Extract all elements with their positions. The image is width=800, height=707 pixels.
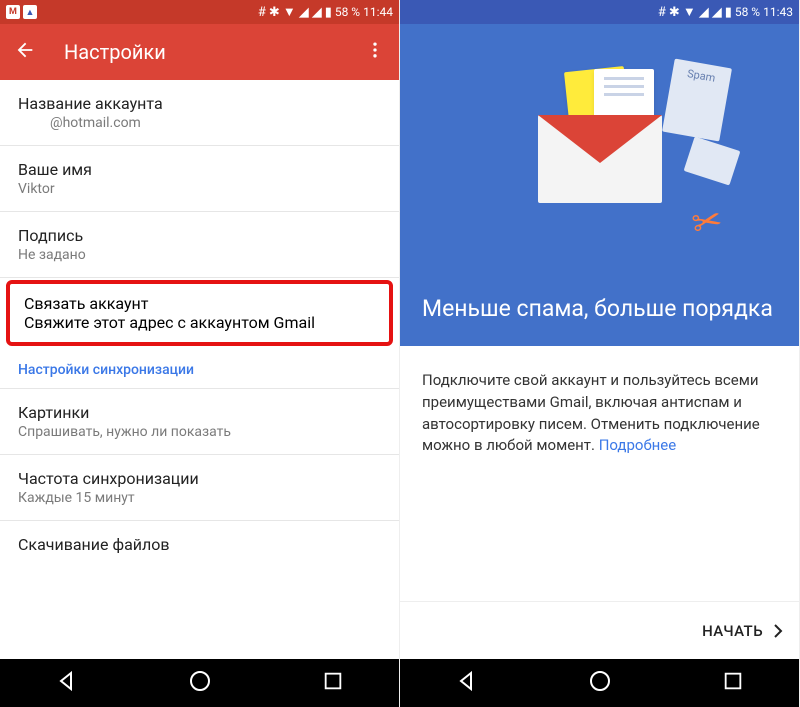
hero: Spam ✂ Меньше спама, больше порядка — [400, 24, 799, 346]
back-button[interactable] — [14, 39, 36, 65]
clock-text: 11:43 — [763, 5, 793, 19]
start-label: НАЧАТЬ — [702, 622, 763, 640]
gmail-notif-icon: M — [6, 5, 20, 19]
clock-text: 11:44 — [363, 5, 393, 19]
battery-icon: ▮ — [325, 5, 332, 20]
link-account-item[interactable]: Связать аккаунт Свяжите этот адрес с акк… — [6, 280, 393, 346]
signature-item[interactable]: Подпись Не задано — [0, 212, 399, 278]
signal1-icon: ◢ — [699, 5, 709, 20]
your-name-item[interactable]: Ваше имя Viktor — [0, 146, 399, 212]
wifi-icon: ▼ — [283, 4, 296, 20]
download-label: Скачивание файлов — [18, 535, 381, 554]
account-name-label: Название аккаунта — [18, 94, 381, 113]
signature-label: Подпись — [18, 226, 381, 245]
promo-footer: НАЧАТЬ — [400, 601, 799, 659]
status-bar: # ✱ ▼ ◢ ◢ ▮ 58 % 11:43 — [400, 0, 799, 24]
learn-more-link[interactable]: Подробнее — [599, 436, 677, 454]
sync-freq-item[interactable]: Частота синхронизации Каждые 15 минут — [0, 455, 399, 521]
nav-bar — [0, 659, 399, 707]
nav-recent-button[interactable] — [322, 670, 344, 696]
spam-paper-icon: Spam — [662, 59, 732, 142]
nav-home-button[interactable] — [188, 669, 212, 697]
link-account-value: Свяжите этот адрес с аккаунтом Gmail — [24, 313, 375, 332]
promo-body: Подключите свой аккаунт и пользуйтесь вс… — [400, 346, 799, 601]
bluetooth-icon: ✱ — [269, 5, 280, 20]
images-label: Картинки — [18, 403, 381, 422]
nav-back-button[interactable] — [455, 669, 479, 697]
images-item[interactable]: Картинки Спрашивать, нужно ли показать — [0, 389, 399, 455]
sync-freq-label: Частота синхронизации — [18, 469, 381, 488]
start-button[interactable]: НАЧАТЬ — [702, 622, 783, 640]
hero-illustration: Spam ✂ — [400, 24, 799, 294]
app-bar: Настройки — [0, 24, 399, 80]
status-bar: M ▲ # ✱ ▼ ◢ ◢ ▮ 58 % 11:44 — [0, 0, 399, 24]
bluetooth-icon: ✱ — [669, 5, 680, 20]
chevron-right-icon — [773, 623, 783, 639]
more-button[interactable] — [365, 40, 385, 64]
nav-back-button[interactable] — [55, 669, 79, 697]
torn-paper-icon — [683, 137, 740, 186]
your-name-value: Viktor — [18, 181, 381, 197]
your-name-label: Ваше имя — [18, 160, 381, 179]
settings-list: Название аккаунта @hotmail.com Ваше имя … — [0, 80, 399, 659]
sync-section-header: Настройки синхронизации — [0, 348, 399, 389]
nav-recent-button[interactable] — [722, 670, 744, 696]
photo-notif-icon: ▲ — [23, 5, 37, 19]
battery-icon: ▮ — [725, 5, 732, 20]
scissors-icon: ✂ — [687, 198, 725, 245]
signal2-icon: ◢ — [712, 5, 722, 20]
page-title: Настройки — [64, 40, 337, 64]
account-name-item[interactable]: Название аккаунта @hotmail.com — [0, 80, 399, 146]
account-name-value: @hotmail.com — [50, 115, 381, 131]
link-account-label: Связать аккаунт — [24, 294, 375, 313]
battery-text: 58 % — [335, 5, 360, 19]
promo-screen: # ✱ ▼ ◢ ◢ ▮ 58 % 11:43 Spam ✂ Меньше спа… — [400, 0, 800, 707]
settings-screen: M ▲ # ✱ ▼ ◢ ◢ ▮ 58 % 11:44 Настройки Наз… — [0, 0, 400, 707]
gmail-envelope-icon — [538, 115, 662, 203]
wifi-icon: ▼ — [683, 4, 696, 20]
hash-icon: # — [258, 5, 266, 20]
nav-bar — [400, 659, 799, 707]
battery-text: 58 % — [735, 5, 760, 19]
download-item[interactable]: Скачивание файлов — [0, 521, 399, 568]
images-value: Спрашивать, нужно ли показать — [18, 424, 381, 440]
signal1-icon: ◢ — [299, 5, 309, 20]
promo-text: Подключите свой аккаунт и пользуйтесь вс… — [422, 371, 760, 454]
signature-value: Не задано — [18, 247, 381, 263]
sync-freq-value: Каждые 15 минут — [18, 490, 381, 506]
hash-icon: # — [658, 5, 666, 20]
nav-home-button[interactable] — [588, 669, 612, 697]
hero-title: Меньше спама, больше порядка — [400, 294, 799, 346]
signal2-icon: ◢ — [312, 5, 322, 20]
